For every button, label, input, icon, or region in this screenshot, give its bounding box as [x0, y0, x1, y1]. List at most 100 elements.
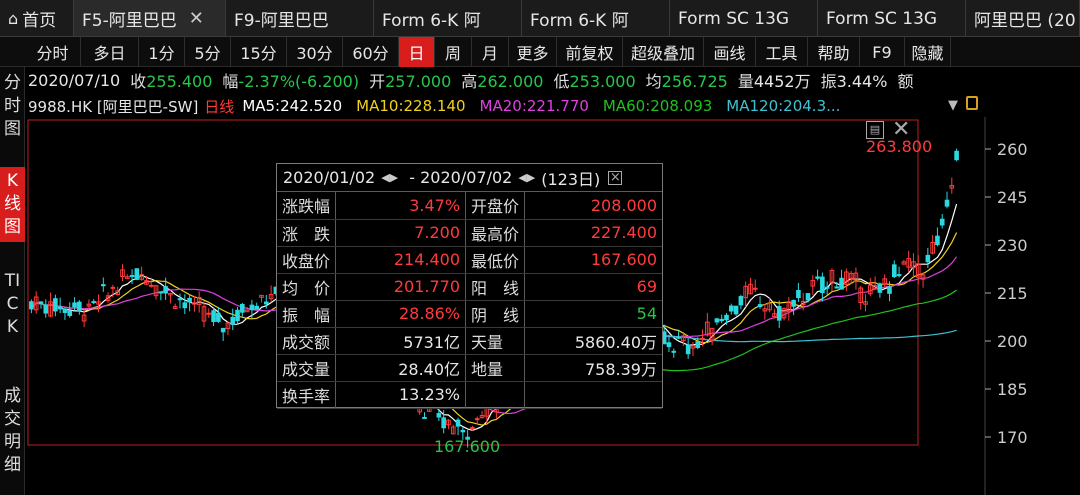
period-button-17[interactable]: 隐藏: [905, 37, 951, 67]
candle-body: [470, 427, 475, 430]
candle-body: [101, 284, 106, 287]
candle-body: [249, 304, 255, 311]
candle-body: [733, 305, 739, 315]
tab-1[interactable]: F5-阿里巴巴 ✕: [74, 0, 226, 36]
tab-label: 首页: [22, 11, 57, 31]
dropdown-triangle-icon[interactable]: ▼: [948, 98, 958, 113]
period-button-14[interactable]: 工具: [756, 37, 808, 67]
period-button-2[interactable]: 1分: [139, 37, 185, 67]
tab-7[interactable]: 阿里巴巴 (20: [966, 0, 1080, 36]
candle-body: [891, 264, 897, 278]
ma60-label: MA60:208.093: [602, 97, 713, 115]
candle-body: [182, 302, 188, 309]
period-button-4[interactable]: 15分: [231, 37, 287, 67]
candle-body: [77, 301, 82, 311]
tab-3[interactable]: Form 6-K 阿: [374, 0, 522, 36]
period-button-15[interactable]: 帮助: [808, 37, 860, 67]
ma120-label: MA120:204.3...: [726, 97, 841, 115]
candle-body: [53, 298, 58, 312]
candle-body: [752, 287, 758, 290]
period-button-1[interactable]: 多日: [81, 37, 139, 67]
ma20-label: MA20:221.770: [479, 97, 589, 115]
period-button-5[interactable]: 30分: [287, 37, 343, 67]
popup-cell-k2: 地量: [465, 354, 526, 382]
candle-body: [776, 306, 782, 321]
candle-body: [230, 316, 236, 325]
candle-body: [110, 286, 116, 289]
candle-body: [935, 235, 940, 246]
candle-body: [805, 293, 811, 301]
popup-start-date[interactable]: 2020/01/02: [283, 168, 375, 187]
left-nav-item-0[interactable]: 分时图: [0, 69, 25, 144]
axis-tick-label: 260: [997, 140, 1028, 159]
popup-cell-k1: 涨跌幅: [277, 192, 337, 220]
tab-0[interactable]: ⌂ 首页: [0, 0, 74, 36]
tab-close-icon[interactable]: ✕: [189, 8, 204, 29]
arrow-left-right-icon[interactable]: ◀▶: [518, 171, 535, 184]
open-value: 257.000: [385, 72, 452, 91]
left-nav-item-3[interactable]: 成交明细: [0, 382, 25, 480]
candle-body: [460, 429, 466, 433]
candle-body: [791, 299, 796, 307]
tab-2[interactable]: F9-阿里巴巴: [226, 0, 374, 36]
popup-row: 成交量 28.40亿 地量 758.39万: [277, 354, 662, 382]
candle-body: [72, 302, 77, 308]
candle-body: [700, 337, 705, 340]
popup-end-date[interactable]: 2020/07/02: [420, 168, 512, 187]
candle-body: [29, 301, 34, 310]
popup-cell-k1: 换手率: [277, 381, 337, 409]
period-button-7[interactable]: 日: [399, 37, 435, 67]
period-button-11[interactable]: 前复权: [557, 37, 623, 67]
candle-body: [263, 301, 269, 305]
popup-cell-v1: 214.400: [335, 246, 467, 274]
tab-label: F5-阿里巴巴: [82, 11, 177, 31]
popup-cell-k2: 最高价: [465, 219, 526, 247]
period-button-16[interactable]: F9: [860, 37, 905, 67]
tab-6[interactable]: Form SC 13G: [818, 0, 966, 36]
popup-cell-k2: 阳 线: [465, 273, 526, 301]
popup-cell-k1: 振 幅: [277, 300, 337, 328]
tab-label: Form SC 13G: [678, 8, 790, 29]
tab-5[interactable]: Form SC 13G: [670, 0, 818, 36]
popup-cell-k1: 成交量: [277, 354, 337, 382]
period-button-3[interactable]: 5分: [185, 37, 231, 67]
candle-body: [877, 283, 883, 293]
candle-body: [67, 310, 73, 316]
arrow-left-right-icon[interactable]: ◀▶: [381, 171, 398, 184]
volume-label: 量: [737, 72, 754, 91]
popup-close-icon[interactable]: ×: [608, 170, 623, 185]
popup-cell-v2: 167.600: [524, 246, 662, 274]
candle-body: [158, 291, 164, 294]
tab-label: F9-阿里巴巴: [234, 11, 329, 31]
period-button-6[interactable]: 60分: [343, 37, 399, 67]
axis-tick-label: 230: [997, 236, 1028, 255]
period-button-12[interactable]: 超级叠加: [623, 37, 704, 67]
axis-tick-label: 185: [997, 380, 1028, 399]
popup-cell-k2: 开盘价: [465, 192, 526, 220]
open-label: 开: [369, 72, 386, 91]
volume-value: 4452万: [753, 72, 811, 91]
candle-body: [422, 416, 427, 419]
period-button-13[interactable]: 画线: [704, 37, 756, 67]
candle-body: [441, 417, 446, 429]
tab-4[interactable]: Form 6-K 阿: [522, 0, 670, 36]
period-button-8[interactable]: 周: [435, 37, 472, 67]
popup-row: 涨跌幅 3.47% 开盘价 208.000: [277, 192, 662, 220]
popup-cell-v1: 3.47%: [335, 192, 467, 220]
ma5-label: MA5:242.520: [242, 97, 343, 115]
left-nav-item-1[interactable]: K线图: [0, 167, 25, 242]
candle-body: [939, 218, 945, 226]
popup-cell-v1: 201.770: [335, 273, 467, 301]
period-button-10[interactable]: 更多: [509, 37, 557, 67]
candle-body: [824, 286, 830, 289]
candle-body: [134, 268, 140, 280]
period-button-0[interactable]: 分时: [25, 37, 81, 67]
quote-info-bar: 2020/07/10 收255.400 幅-2.37%(-6.200) 开257…: [28, 68, 923, 92]
candle-body: [719, 318, 725, 322]
left-nav-item-2[interactable]: TICK: [0, 267, 25, 342]
lock-icon[interactable]: [966, 96, 978, 110]
period-button-9[interactable]: 月: [472, 37, 509, 67]
ma10-label: MA10:228.140: [356, 97, 466, 115]
symbol-label: 9988.HK [阿里巴巴-SW]: [28, 97, 199, 116]
